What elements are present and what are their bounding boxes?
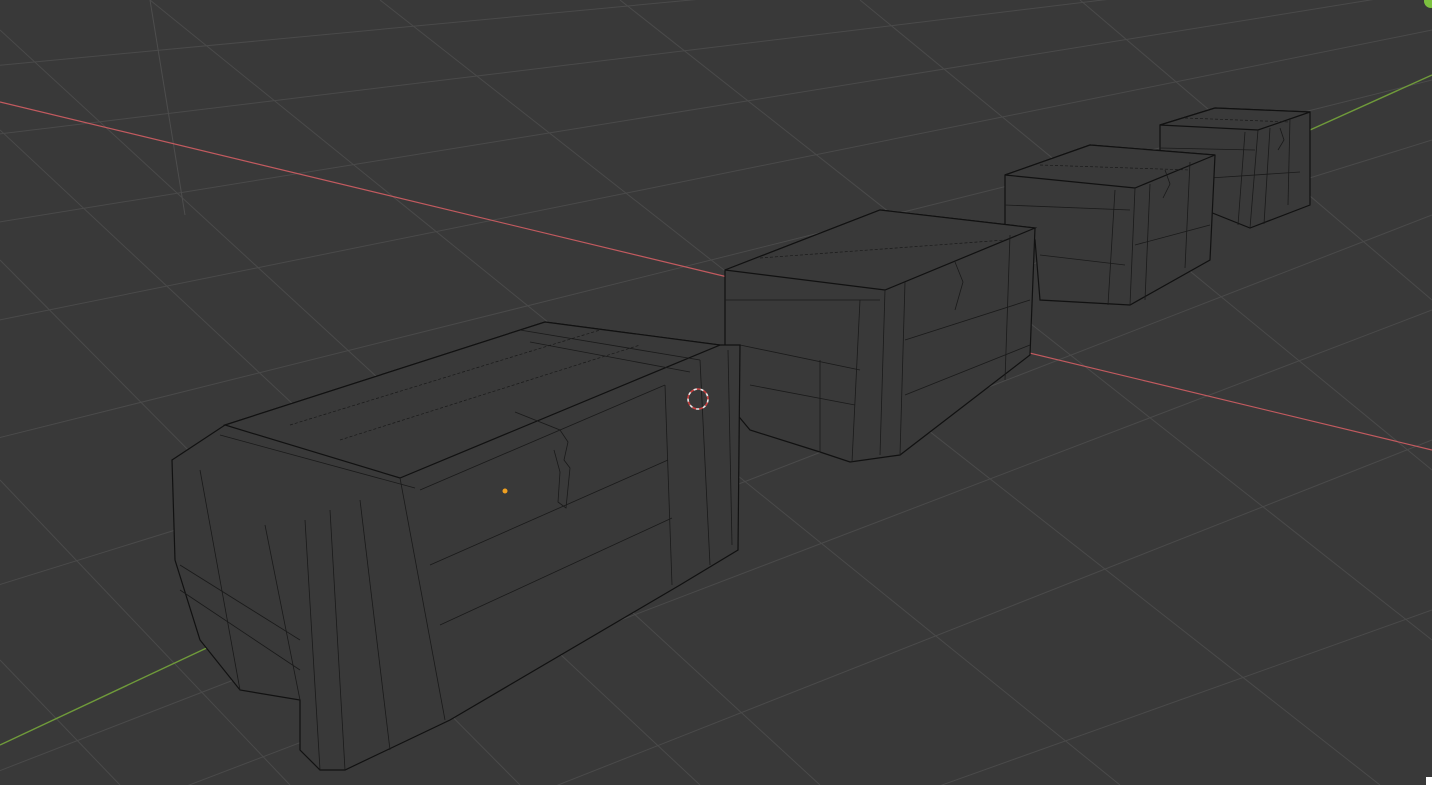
viewport-corner-mark — [1426, 777, 1432, 785]
crate-2[interactable] — [724, 209, 1038, 463]
x-axis-line — [0, 101, 741, 281]
crate-1[interactable] — [171, 321, 741, 771]
3d-viewport[interactable] — [0, 0, 1432, 785]
y-axis-line-far — [1309, 74, 1432, 131]
crate-3[interactable] — [1004, 144, 1216, 306]
object-origin-icon — [502, 488, 508, 494]
z-axis-line — [149, 0, 186, 216]
viewport-scene[interactable] — [0, 0, 1432, 785]
